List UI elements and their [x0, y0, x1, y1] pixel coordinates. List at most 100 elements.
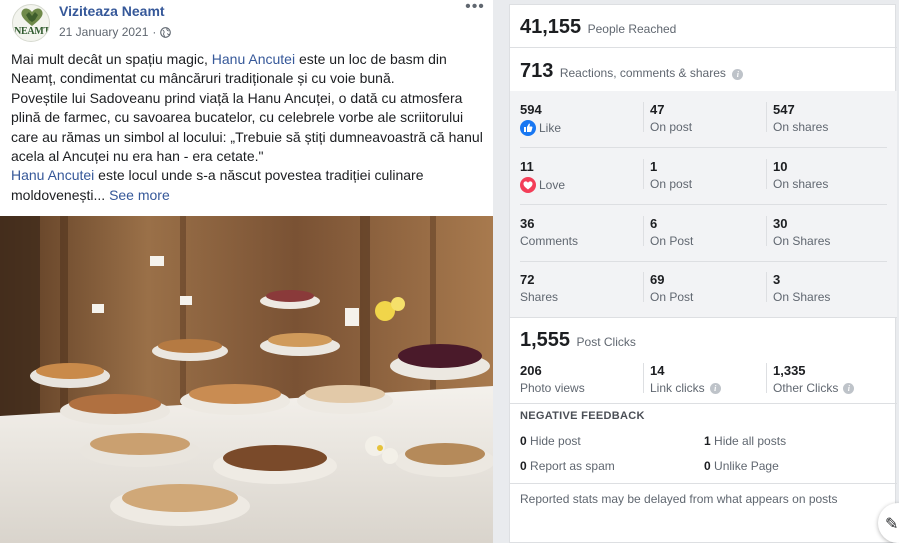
link-clicks-label-wrap: Link clicks i	[650, 381, 721, 395]
reach-row: 41,155 People Reached	[510, 5, 897, 48]
unlike-page-stat: 0 Unlike Page	[704, 459, 779, 473]
love-row-cells: 11 Love 1 On post 10 On shares	[510, 148, 897, 205]
comments-on-shares: 30	[773, 216, 788, 231]
love-on-shares-cell: 10 On shares	[766, 159, 829, 191]
love-on-shares: 10	[773, 159, 788, 174]
love-on-shares-label: On shares	[773, 177, 829, 191]
hide-post-value: 0	[520, 434, 527, 448]
hanu-ancutei-link-1[interactable]: Hanu Ancutei	[212, 51, 295, 67]
love-icon	[520, 177, 536, 193]
post-clicks-label: Post Clicks	[576, 335, 636, 349]
heart-logo-icon	[21, 8, 43, 26]
comments-on-shares-label: On Shares	[773, 234, 831, 248]
likes-on-shares-cell: 547 On shares	[766, 102, 829, 134]
love-on-post: 1	[650, 159, 658, 174]
comments-on-post: 6	[650, 216, 658, 231]
likes-label-wrap: Like	[520, 120, 561, 136]
shares-on-post-label: On Post	[650, 290, 694, 304]
negative-feedback-section: NEGATIVE FEEDBACK 0 Hide post 1 Hide all…	[510, 404, 897, 484]
hanu-ancutei-link-2[interactable]: Hanu Ancutei	[11, 167, 94, 183]
love-label: Love	[539, 178, 566, 192]
engagement-value: 713	[520, 60, 554, 82]
love-total: 11	[520, 159, 534, 174]
other-clicks-label-wrap: Other Clicks i	[773, 381, 855, 395]
love-on-post-cell: 1 On post	[643, 159, 693, 191]
comments-on-shares-cell: 30 On Shares	[766, 216, 831, 248]
hide-all-posts-stat: 1 Hide all posts	[704, 434, 786, 448]
shares-on-post-cell: 69 On Post	[643, 272, 694, 304]
comments-row-cells: 36 Comments 6 On Post 30 On Shares	[510, 205, 897, 262]
love-on-post-label: On post	[650, 177, 693, 191]
unlike-page-label: Unlike Page	[714, 459, 779, 473]
hide-all-posts-value: 1	[704, 434, 711, 448]
other-clicks-label: Other Clicks	[773, 381, 839, 395]
see-more-link[interactable]: See more	[109, 187, 170, 203]
engagement-row: 713 Reactions, comments & shares i	[510, 48, 897, 91]
more-options-icon[interactable]: •••	[465, 0, 485, 16]
comments-total: 36	[520, 216, 535, 231]
report-spam-stat: 0 Report as spam	[520, 459, 615, 473]
unlike-page-value: 0	[704, 459, 711, 473]
post-insights-panel: 41,155 People Reached 713 Reactions, com…	[509, 4, 897, 543]
post-header: NEAMT Viziteaza Neamt 21 January 2021 · …	[0, 0, 493, 46]
engagement-label: Reactions, comments & shares	[559, 66, 726, 80]
info-icon[interactable]: i	[732, 69, 744, 80]
likes-label: Like	[539, 121, 562, 135]
meta-separator: ·	[152, 25, 157, 39]
stats-footnote: Reported stats may be delayed from what …	[520, 492, 838, 506]
avatar-logo-text: NEAMT	[14, 26, 50, 37]
link-clicks-cell: 14 Link clicks i	[643, 363, 721, 395]
reach-label: People Reached	[587, 22, 677, 36]
like-icon	[520, 120, 536, 136]
post-text: Mai mult decât un spațiu magic, Hanu Anc…	[11, 50, 487, 205]
shares-row-cells: 72 Shares 69 On Post 3 On Shares	[510, 261, 897, 318]
shares-label: Shares	[520, 290, 559, 304]
photo-views-value: 206	[520, 363, 542, 378]
edit-icon: ✎	[885, 516, 899, 533]
hide-post-stat: 0 Hide post	[520, 434, 581, 448]
likes-on-post: 47	[650, 102, 665, 117]
comments-on-post-label: On Post	[650, 234, 694, 248]
buffet-table-image	[0, 216, 493, 543]
other-clicks-cell: 1,335 Other Clicks i	[766, 363, 855, 395]
report-spam-label: Report as spam	[530, 459, 615, 473]
info-icon[interactable]: i	[843, 382, 855, 394]
link-clicks-label: Link clicks	[650, 381, 705, 395]
shares-total: 72	[520, 272, 535, 287]
engagement-breakdown: 594 Like 47 On post 547 On shares 11 Lov…	[510, 91, 897, 318]
likes-total: 594	[520, 102, 542, 117]
link-clicks-value: 14	[650, 363, 665, 378]
post-card: NEAMT Viziteaza Neamt 21 January 2021 · …	[0, 0, 493, 543]
shares-total-cell: 72 Shares	[520, 272, 558, 304]
post-photo[interactable]	[0, 216, 493, 543]
likes-on-shares: 547	[773, 102, 795, 117]
likes-on-shares-label: On shares	[773, 120, 829, 134]
post-text-line1-a: Mai mult decât un spațiu magic,	[11, 51, 212, 67]
shares-on-shares-label: On Shares	[773, 290, 831, 304]
hide-post-label: Hide post	[530, 434, 581, 448]
other-clicks-value: 1,335	[773, 363, 806, 378]
report-spam-value: 0	[520, 459, 527, 473]
negative-feedback-title: NEGATIVE FEEDBACK	[520, 410, 645, 422]
comments-total-cell: 36 Comments	[520, 216, 578, 248]
love-total-cell: 11 Love	[520, 159, 565, 193]
shares-on-post: 69	[650, 272, 665, 287]
post-date[interactable]: 21 January 2021	[59, 25, 148, 39]
comments-label: Comments	[520, 234, 579, 248]
shares-on-shares-cell: 3 On Shares	[766, 272, 831, 304]
reach-value: 41,155	[520, 16, 582, 38]
photo-views-cell: 206 Photo views	[520, 363, 585, 395]
page-name-link[interactable]: Viziteaza Neamt	[59, 3, 165, 19]
comments-on-post-cell: 6 On Post	[643, 216, 694, 248]
info-icon[interactable]: i	[709, 382, 721, 394]
likes-on-post-label: On post	[650, 120, 693, 134]
likes-row-cells: 594 Like 47 On post 547 On shares	[510, 91, 897, 148]
love-label-wrap: Love	[520, 177, 565, 193]
shares-on-shares: 3	[773, 272, 781, 287]
post-clicks-section: 1,555 Post Clicks 206 Photo views 14 Lin…	[510, 318, 897, 404]
page-avatar[interactable]: NEAMT	[12, 4, 50, 42]
likes-on-post-cell: 47 On post	[643, 102, 693, 134]
globe-icon	[160, 26, 172, 38]
post-clicks-value: 1,555	[520, 329, 571, 351]
hide-all-posts-label: Hide all posts	[714, 434, 787, 448]
